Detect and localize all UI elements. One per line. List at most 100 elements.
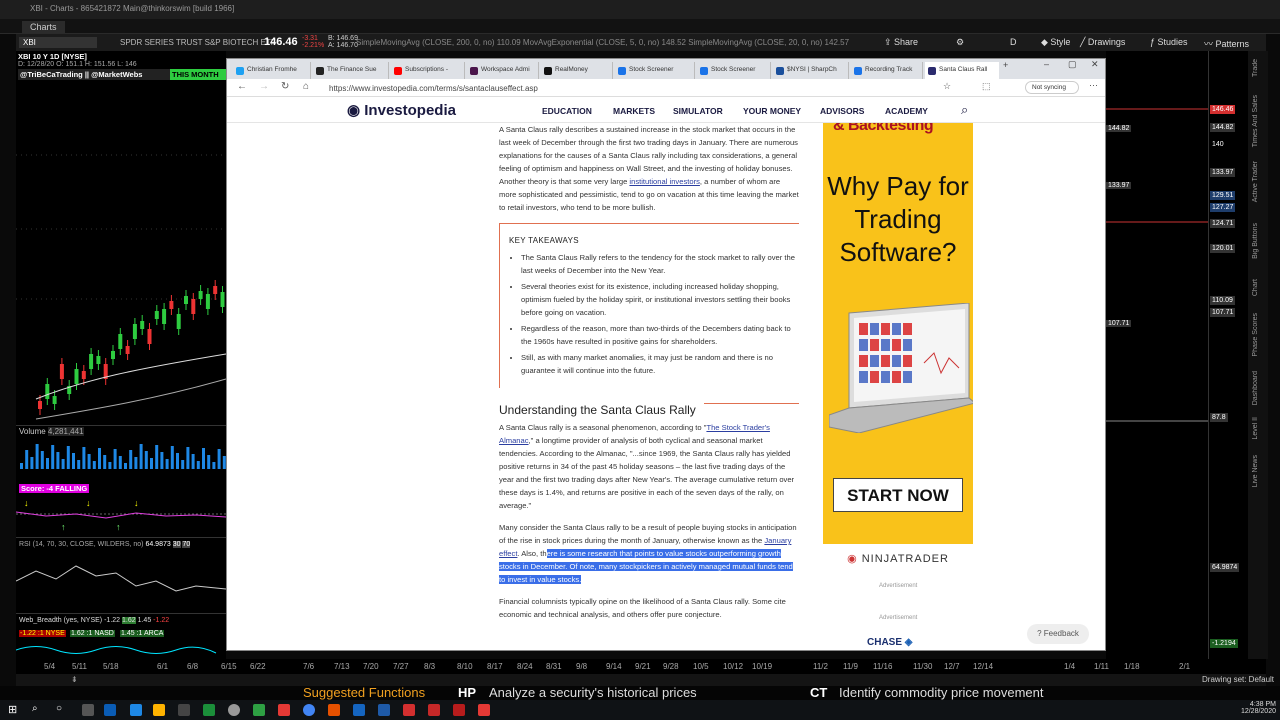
windows-start-icon[interactable]: ⊞ bbox=[8, 703, 17, 716]
browser-tab[interactable]: Subscriptions - bbox=[391, 62, 465, 79]
browser-tab[interactable]: The Finance Sue bbox=[313, 62, 389, 79]
investopedia-logo[interactable]: ◉ Investopedia bbox=[347, 101, 456, 119]
chart-pane-right[interactable]: 144.82 133.97 107.71 bbox=[1106, 51, 1208, 659]
app-icon[interactable] bbox=[428, 704, 440, 716]
browser-tab-label: Subscriptions - bbox=[405, 66, 448, 73]
drawings-button[interactable]: ╱ Drawings bbox=[1080, 37, 1125, 48]
extension-icon[interactable]: ⬚ bbox=[982, 81, 991, 92]
browser-tab[interactable]: Christian Fromhe bbox=[233, 62, 311, 79]
excel-icon[interactable] bbox=[203, 704, 215, 716]
side-tab[interactable]: Chart bbox=[1252, 279, 1259, 296]
rsi-label: RSI (14, 70, 30, CLOSE, WILDERS, no) 64.… bbox=[19, 541, 191, 548]
menu-icon[interactable]: ⋯ bbox=[1089, 80, 1098, 91]
side-tab[interactable]: Dashboard bbox=[1252, 371, 1259, 405]
app-icon[interactable] bbox=[478, 704, 490, 716]
side-tab[interactable]: Active Trader bbox=[1252, 161, 1259, 202]
volume-bar bbox=[150, 458, 153, 469]
app-icon[interactable] bbox=[328, 704, 340, 716]
function-code-ct[interactable]: CT bbox=[810, 685, 827, 700]
studies-button[interactable]: ƒ Studies bbox=[1150, 37, 1188, 47]
volume-bar bbox=[35, 444, 39, 469]
ninjatrader-ad[interactable]: & Backtesting Why Pay for Trading Softwa… bbox=[823, 123, 973, 579]
browser-tab[interactable]: Workspace Admi bbox=[467, 62, 539, 79]
chart-pane[interactable]: XBI 10 Y 1D [NYSE] D: 12/28/20 O: 151.1 … bbox=[16, 51, 226, 659]
collapse-icon[interactable]: ⇟ bbox=[71, 675, 78, 684]
search-icon[interactable]: ⌕ bbox=[961, 102, 968, 118]
price-chart bbox=[16, 154, 226, 420]
nav-your-money[interactable]: YOUR MONEY bbox=[743, 106, 801, 116]
browser-tab[interactable]: Santa Claus Rall bbox=[925, 62, 999, 79]
app-icon[interactable] bbox=[130, 704, 142, 716]
start-now-button[interactable]: START NOW bbox=[833, 478, 963, 512]
side-tab[interactable]: Trade bbox=[1252, 59, 1259, 77]
nav-advisors[interactable]: ADVISORS bbox=[820, 106, 864, 116]
share-button[interactable]: ⇪ Share bbox=[884, 37, 918, 48]
chase-logo[interactable]: CHASE ◈ bbox=[867, 637, 913, 648]
maximize-icon[interactable]: ▢ bbox=[1068, 59, 1077, 70]
browser-tab[interactable]: RealMoney bbox=[541, 62, 613, 79]
task-view-icon[interactable]: ○ bbox=[56, 703, 62, 714]
drawing-set[interactable]: Drawing set: Default bbox=[1202, 675, 1274, 684]
taskview-app-icon[interactable] bbox=[82, 704, 94, 716]
minimize-icon[interactable]: – bbox=[1044, 59, 1049, 69]
folder-icon[interactable] bbox=[153, 704, 165, 716]
sync-button[interactable]: Not syncing bbox=[1025, 81, 1079, 94]
app-icon[interactable] bbox=[228, 704, 240, 716]
gear-icon[interactable]: ⚙ bbox=[956, 37, 964, 48]
close-icon[interactable]: ✕ bbox=[1091, 59, 1099, 70]
period-button[interactable]: D bbox=[1010, 37, 1017, 47]
volume-bar bbox=[124, 463, 127, 469]
volume-bar bbox=[217, 449, 221, 469]
ad-grid-cell bbox=[859, 371, 868, 383]
nav-markets[interactable]: MARKETS bbox=[613, 106, 655, 116]
browser-tabstrip: Christian Fromhe The Finance Sue Subscript… bbox=[227, 59, 1105, 79]
nav-simulator[interactable]: SIMULATOR bbox=[673, 106, 723, 116]
side-tab[interactable]: Level II bbox=[1252, 417, 1259, 440]
browser-tab[interactable]: Stock Screener bbox=[615, 62, 695, 79]
search-icon[interactable]: ⌕ bbox=[32, 703, 38, 714]
app-icon[interactable] bbox=[178, 704, 190, 716]
app-icon[interactable] bbox=[278, 704, 290, 716]
score-badge: Score: -4 FALLING bbox=[19, 484, 90, 493]
style-button[interactable]: ◆ Style bbox=[1041, 37, 1070, 48]
back-icon[interactable]: ← bbox=[237, 81, 247, 92]
side-tab[interactable]: Live News bbox=[1252, 455, 1259, 487]
patterns-button[interactable]: 〰 Patterns bbox=[1204, 37, 1249, 50]
chrome-icon[interactable] bbox=[303, 704, 315, 716]
nav-academy[interactable]: ACADEMY bbox=[885, 106, 928, 116]
nav-education[interactable]: EDUCATION bbox=[542, 106, 592, 116]
reload-icon[interactable]: ↻ bbox=[281, 81, 289, 92]
plus-icon[interactable]: + bbox=[1003, 60, 1008, 70]
candle-body bbox=[191, 299, 196, 314]
edge-icon[interactable] bbox=[104, 704, 116, 716]
candle-body bbox=[125, 346, 130, 354]
home-icon[interactable]: ⌂ bbox=[303, 81, 309, 92]
side-tab[interactable]: Phase Scores bbox=[1252, 313, 1259, 357]
candle-body bbox=[45, 384, 50, 399]
function-desc-hp[interactable]: Analyze a security's historical prices bbox=[489, 685, 697, 700]
side-tab[interactable]: Times And Sales bbox=[1252, 95, 1259, 147]
browser-tab[interactable]: $NYSI | SharpCh bbox=[773, 62, 849, 79]
volume-bar bbox=[118, 456, 122, 469]
date-tick: 8/17 bbox=[487, 662, 503, 671]
forward-icon[interactable]: → bbox=[259, 81, 269, 92]
function-desc-ct[interactable]: Identify commodity price movement bbox=[839, 685, 1043, 700]
candle-body bbox=[96, 356, 101, 364]
function-code-hp[interactable]: HP bbox=[458, 685, 476, 700]
app-icon[interactable] bbox=[403, 704, 415, 716]
app-icon[interactable] bbox=[253, 704, 265, 716]
browser-tab[interactable]: Stock Screener bbox=[697, 62, 771, 79]
date-tick: 8/31 bbox=[546, 662, 562, 671]
browser-tab[interactable]: Recording Track bbox=[851, 62, 923, 79]
app-icon[interactable] bbox=[353, 704, 365, 716]
word-icon[interactable] bbox=[378, 704, 390, 716]
institutional-investors-link[interactable]: institutional investors bbox=[629, 177, 700, 186]
star-icon[interactable]: ☆ bbox=[943, 81, 951, 92]
clock[interactable]: 4:38 PM 12/28/2020 bbox=[1238, 701, 1276, 715]
app-icon[interactable] bbox=[453, 704, 465, 716]
feedback-button[interactable]: ? Feedback bbox=[1027, 624, 1089, 644]
charts-tab[interactable]: Charts bbox=[22, 21, 65, 33]
url-field[interactable]: https://www.investopedia.com/terms/s/san… bbox=[325, 82, 915, 95]
side-tab[interactable]: Big Buttons bbox=[1252, 223, 1259, 259]
symbol-input[interactable]: XBI bbox=[19, 37, 97, 48]
